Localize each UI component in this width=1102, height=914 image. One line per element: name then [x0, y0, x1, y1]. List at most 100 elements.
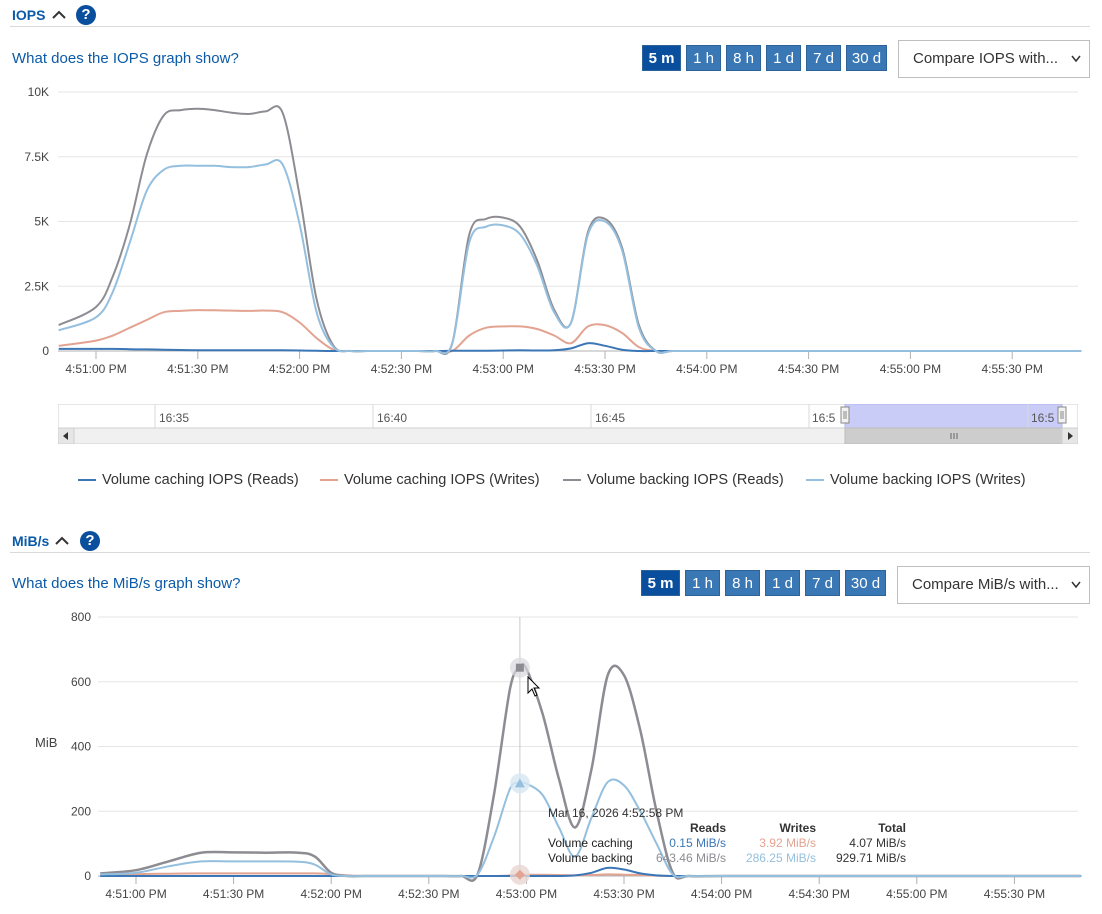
x-tick-label: 4:54:00 PM [676, 362, 737, 376]
time-button-30d[interactable]: 30 d [846, 45, 887, 71]
x-tick-label: 4:51:30 PM [167, 362, 228, 376]
y-tick-label: 5K [34, 215, 49, 229]
y-tick-label: 10K [28, 85, 49, 99]
x-tick-label: 4:53:30 PM [593, 887, 654, 901]
tooltip-reads-value: 643.46 MiB/s [655, 851, 726, 865]
time-button-7d[interactable]: 7 d [806, 45, 841, 71]
x-tick-label: 4:52:30 PM [398, 887, 459, 901]
chart-tooltip: Mar 16, 2026 4:52:58 PM Reads Writes Tot… [546, 806, 916, 868]
iops-navigator[interactable]: 16:35 16:40 16:45 16:5 16:5 [57, 403, 1079, 445]
help-icon[interactable]: ? [80, 531, 100, 551]
x-tick-label: 4:54:00 PM [691, 887, 752, 901]
time-button-5m[interactable]: 5 m [641, 570, 680, 596]
legend-item-caching-writes[interactable]: Volume caching IOPS (Writes) [320, 472, 540, 488]
y-tick-label: 2.5K [24, 279, 49, 293]
tooltip-header-reads: Reads [689, 821, 726, 835]
tooltip-header-writes: Writes [779, 821, 816, 835]
y-tick-label: 0 [84, 869, 91, 883]
chevron-up-icon[interactable] [55, 530, 69, 553]
x-tick-label: 4:52:00 PM [301, 887, 362, 901]
compare-select-label: Compare MiB/s with... [912, 576, 1059, 593]
tooltip-reads-value: 0.15 MiB/s [669, 836, 726, 850]
x-tick-label: 4:55:00 PM [886, 887, 947, 901]
legend-swatch [563, 479, 581, 482]
legend-swatch [78, 479, 96, 482]
tooltip-row-label: Volume caching [548, 836, 633, 850]
series-line[interactable] [58, 105, 1082, 355]
navigator-handle-left[interactable] [840, 406, 850, 424]
time-button-1h[interactable]: 1 h [685, 570, 720, 596]
y-tick-label: 200 [71, 804, 91, 818]
time-button-5m[interactable]: 5 m [642, 45, 681, 71]
navigator-label: 16:5 [812, 411, 836, 425]
iops-chart[interactable]: 0 2.5K 5K 7.5K 10K 4:51:00 PM 4:51:30 PM 4:52:0… [0, 80, 1102, 385]
iops-section-title[interactable]: IOPS [12, 7, 45, 23]
legend-label: Volume backing IOPS (Writes) [830, 472, 1026, 488]
x-tick-label: 4:51:00 PM [105, 887, 166, 901]
x-tick-label: 4:51:30 PM [203, 887, 264, 901]
tooltip-total-value: 929.71 MiB/s [835, 851, 906, 865]
legend-label: Volume caching IOPS (Writes) [344, 472, 540, 488]
x-tick-label: 4:55:00 PM [880, 362, 941, 376]
navigator-selection[interactable] [844, 403, 1063, 429]
tooltip-writes-value: 3.92 MiB/s [759, 836, 816, 850]
chevron-up-icon[interactable] [52, 4, 66, 27]
navigator-label: 16:40 [377, 411, 407, 425]
time-button-30d[interactable]: 30 d [845, 570, 886, 596]
compare-select-label: Compare IOPS with... [913, 50, 1059, 67]
x-tick-label: 4:53:30 PM [574, 362, 635, 376]
navigator-label: 16:35 [159, 411, 189, 425]
compare-mibs-select[interactable]: Compare MiB/s with... [897, 566, 1090, 604]
tooltip-total-value: 4.07 MiB/s [849, 836, 906, 850]
tooltip-date: Mar 16, 2026 4:52:58 PM [548, 806, 684, 820]
x-tick-label: 4:54:30 PM [778, 362, 839, 376]
tooltip-header-total: Total [878, 821, 906, 835]
time-button-1d[interactable]: 1 d [765, 570, 800, 596]
iops-legend: Volume caching IOPS (Reads) Volume cachi… [78, 472, 1058, 492]
navigator-label: 16:45 [595, 411, 625, 425]
x-tick-label: 4:53:00 PM [473, 362, 534, 376]
x-tick-label: 4:55:30 PM [984, 887, 1045, 901]
series-line[interactable] [58, 309, 1082, 354]
mibs-help-link[interactable]: What does the MiB/s graph show? [12, 575, 240, 592]
time-button-7d[interactable]: 7 d [805, 570, 840, 596]
hover-marker [515, 663, 524, 672]
mibs-section-title[interactable]: MiB/s [12, 533, 49, 549]
section-divider [10, 552, 1090, 553]
legend-swatch [320, 479, 338, 482]
x-tick-label: 4:55:30 PM [982, 362, 1043, 376]
x-tick-label: 4:54:30 PM [789, 887, 850, 901]
y-tick-label: 800 [71, 610, 91, 624]
legend-item-caching-reads[interactable]: Volume caching IOPS (Reads) [78, 472, 299, 488]
navigator-label: 16:5 [1031, 411, 1055, 425]
x-tick-label: 4:53:00 PM [496, 887, 557, 901]
legend-label: Volume caching IOPS (Reads) [102, 472, 299, 488]
x-tick-label: 4:52:30 PM [371, 362, 432, 376]
legend-label: Volume backing IOPS (Reads) [587, 472, 784, 488]
navigator-handle-right[interactable] [1057, 406, 1067, 424]
mibs-time-range-buttons: 5 m 1 h 8 h 1 d 7 d 30 d [641, 570, 891, 598]
y-axis-label: MiB [35, 735, 57, 750]
iops-time-range-buttons: 5 m 1 h 8 h 1 d 7 d 30 d [642, 45, 892, 73]
section-divider [10, 26, 1090, 27]
time-button-1h[interactable]: 1 h [686, 45, 721, 71]
x-tick-label: 4:51:00 PM [65, 362, 126, 376]
compare-iops-select[interactable]: Compare IOPS with... [898, 40, 1090, 78]
iops-help-link[interactable]: What does the IOPS graph show? [12, 50, 239, 67]
mouse-cursor-icon [527, 675, 541, 703]
series-line[interactable] [58, 159, 1082, 355]
legend-item-backing-writes[interactable]: Volume backing IOPS (Writes) [806, 472, 1026, 488]
tooltip-writes-value: 286.25 MiB/s [745, 851, 816, 865]
y-tick-label: 400 [71, 740, 91, 754]
y-tick-label: 7.5K [24, 150, 49, 164]
legend-item-backing-reads[interactable]: Volume backing IOPS (Reads) [563, 472, 784, 488]
help-icon[interactable]: ? [76, 5, 96, 25]
y-tick-label: 0 [42, 344, 49, 358]
tooltip-row-label: Volume backing [548, 851, 633, 865]
x-tick-label: 4:52:00 PM [269, 362, 330, 376]
legend-swatch [806, 479, 824, 482]
time-button-1d[interactable]: 1 d [766, 45, 801, 71]
time-button-8h[interactable]: 8 h [725, 570, 760, 596]
time-button-8h[interactable]: 8 h [726, 45, 761, 71]
y-tick-label: 600 [71, 675, 91, 689]
